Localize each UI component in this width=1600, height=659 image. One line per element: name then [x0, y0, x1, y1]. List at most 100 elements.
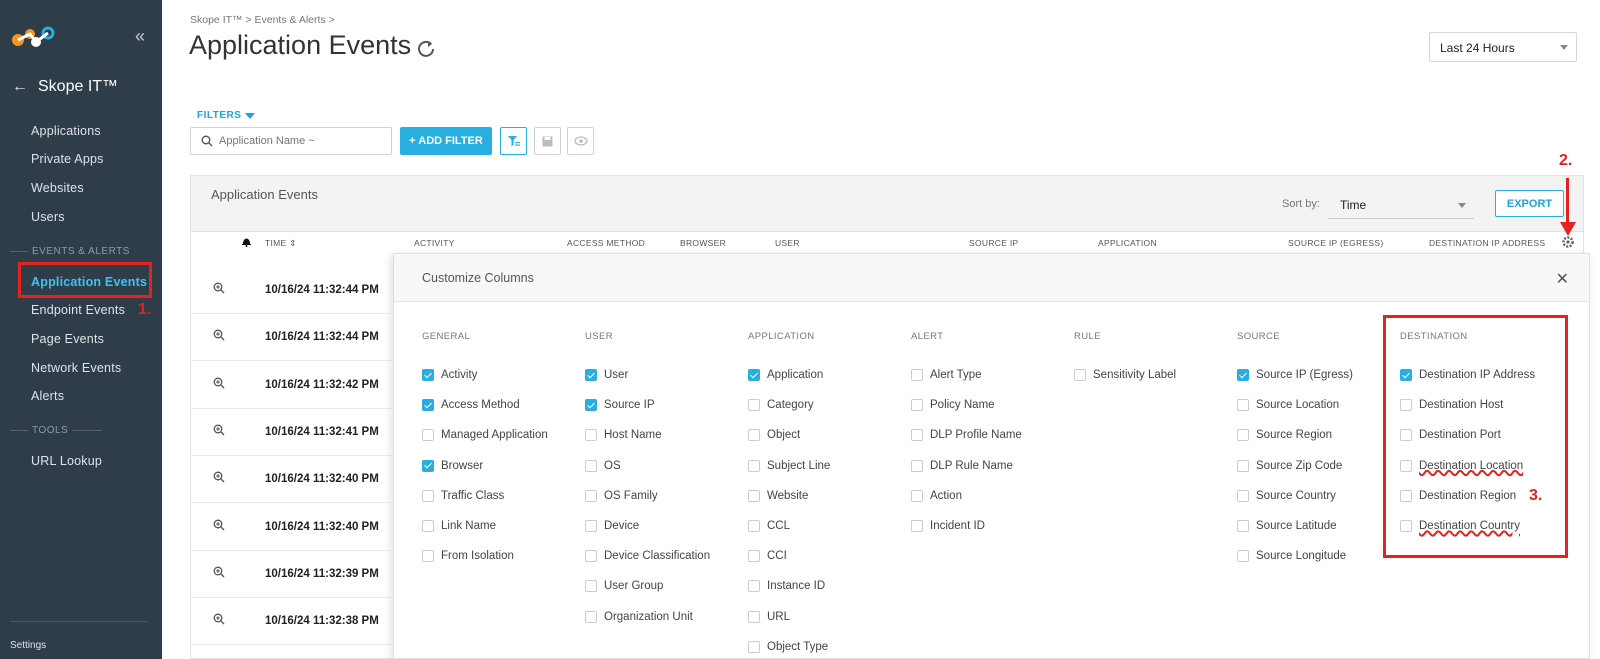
search-input[interactable]: [219, 135, 379, 147]
column-option-os-family[interactable]: OS Family: [585, 481, 710, 511]
column-option-incident-id[interactable]: Incident ID: [911, 511, 1022, 541]
gear-icon[interactable]: [1562, 236, 1574, 248]
sidebar-item-private-apps[interactable]: Private Apps: [31, 152, 104, 166]
checkbox[interactable]: [1237, 520, 1249, 533]
column-option-action[interactable]: Action: [911, 481, 1022, 511]
collapse-sidebar-icon[interactable]: «: [135, 26, 145, 47]
column-option-website[interactable]: Website: [748, 481, 830, 511]
checkbox[interactable]: [748, 369, 760, 382]
checkbox[interactable]: [422, 459, 434, 472]
column-option-link-name[interactable]: Link Name: [422, 511, 548, 541]
table-row[interactable]: 10/16/24 11:32:38 PM: [191, 598, 391, 646]
column-option-instance-id[interactable]: Instance ID: [748, 571, 830, 601]
checkbox[interactable]: [585, 520, 597, 533]
column-header-browser[interactable]: BROWSER: [680, 238, 726, 248]
checkbox[interactable]: [911, 369, 923, 382]
column-option-traffic-class[interactable]: Traffic Class: [422, 481, 548, 511]
checkbox[interactable]: [748, 459, 760, 472]
sidebar-item-page-events[interactable]: Page Events: [31, 332, 104, 346]
time-range-select[interactable]: Last 24 Hours: [1429, 32, 1577, 62]
checkbox[interactable]: [585, 580, 597, 593]
column-option-os[interactable]: OS: [585, 451, 710, 481]
column-header-activity[interactable]: ACTIVITY: [414, 238, 455, 248]
column-option-url[interactable]: URL: [748, 602, 830, 632]
column-option-object-type[interactable]: Object Type: [748, 632, 830, 659]
column-option-source-location[interactable]: Source Location: [1237, 390, 1353, 420]
column-option-source-country[interactable]: Source Country: [1237, 481, 1353, 511]
checkbox[interactable]: [911, 399, 923, 412]
table-row[interactable]: 10/16/24 11:32:42 PM: [191, 362, 391, 409]
checkbox[interactable]: [911, 459, 923, 472]
checkbox[interactable]: [585, 459, 597, 472]
export-button[interactable]: EXPORT: [1495, 190, 1564, 217]
breadcrumb[interactable]: Skope IT™ > Events & Alerts >: [190, 14, 335, 26]
checkbox[interactable]: [1074, 369, 1086, 382]
column-header-source-ip-egress[interactable]: SOURCE IP (EGRESS): [1288, 238, 1383, 248]
checkbox[interactable]: [422, 429, 434, 442]
column-header-source-ip[interactable]: SOURCE IP: [969, 238, 1018, 248]
column-option-cci[interactable]: CCI: [748, 541, 830, 571]
zoom-in-icon[interactable]: [213, 566, 225, 578]
checkbox[interactable]: [1237, 459, 1249, 472]
sort-select[interactable]: Time: [1328, 191, 1474, 219]
table-row[interactable]: 10/16/24 11:32:41 PM: [191, 409, 391, 456]
checkbox[interactable]: [422, 489, 434, 502]
zoom-in-icon[interactable]: [213, 424, 225, 436]
column-option-user-group[interactable]: User Group: [585, 571, 710, 601]
column-option-subject-line[interactable]: Subject Line: [748, 451, 830, 481]
column-option-from-isolation[interactable]: From Isolation: [422, 541, 548, 571]
sidebar-item-alerts[interactable]: Alerts: [31, 389, 64, 403]
checkbox[interactable]: [585, 550, 597, 563]
checkbox[interactable]: [585, 610, 597, 623]
column-header-access-method[interactable]: ACCESS METHOD: [567, 238, 645, 248]
table-row[interactable]: 10/16/24 11:32:44 PM: [191, 314, 391, 362]
checkbox[interactable]: [585, 489, 597, 502]
checkbox[interactable]: [1237, 369, 1249, 382]
zoom-in-icon[interactable]: [213, 377, 225, 389]
sidebar-item-websites[interactable]: Websites: [31, 181, 84, 195]
checkbox[interactable]: [422, 520, 434, 533]
column-option-sensitivity-label[interactable]: Sensitivity Label: [1074, 360, 1176, 390]
column-option-host-name[interactable]: Host Name: [585, 420, 710, 450]
column-option-device[interactable]: Device: [585, 511, 710, 541]
view-filter-button[interactable]: [567, 127, 594, 155]
sidebar-item-network-events[interactable]: Network Events: [31, 361, 121, 375]
zoom-in-icon[interactable]: [213, 519, 225, 531]
zoom-in-icon[interactable]: [213, 282, 225, 294]
checkbox[interactable]: [1237, 399, 1249, 412]
column-option-dlp-profile-name[interactable]: DLP Profile Name: [911, 420, 1022, 450]
sidebar-item-users[interactable]: Users: [31, 210, 65, 224]
zoom-in-icon[interactable]: [213, 329, 225, 341]
checkbox[interactable]: [748, 550, 760, 563]
column-header-user[interactable]: USER: [775, 238, 800, 248]
column-option-policy-name[interactable]: Policy Name: [911, 390, 1022, 420]
checkbox[interactable]: [422, 369, 434, 382]
checkbox[interactable]: [748, 580, 760, 593]
column-option-user[interactable]: User: [585, 360, 710, 390]
checkbox[interactable]: [1237, 489, 1249, 502]
sidebar-item-applications[interactable]: Applications: [31, 124, 101, 138]
sidebar-item-url-lookup[interactable]: URL Lookup: [31, 454, 102, 468]
save-filter-button[interactable]: [534, 127, 561, 155]
table-row[interactable]: 10/16/24 11:32:40 PM: [191, 456, 391, 504]
checkbox[interactable]: [1237, 429, 1249, 442]
checkbox[interactable]: [911, 489, 923, 502]
column-option-application[interactable]: Application: [748, 360, 830, 390]
add-filter-button[interactable]: + ADD FILTER: [400, 127, 492, 155]
column-option-access-method[interactable]: Access Method: [422, 390, 548, 420]
column-option-source-ip[interactable]: Source IP: [585, 390, 710, 420]
table-row[interactable]: 10/16/24 11:32:39 PM: [191, 551, 391, 598]
column-header-destination-ip[interactable]: DESTINATION IP ADDRESS: [1429, 238, 1545, 248]
column-option-category[interactable]: Category: [748, 390, 830, 420]
column-option-source-region[interactable]: Source Region: [1237, 420, 1353, 450]
sidebar-settings[interactable]: Settings: [10, 640, 46, 651]
checkbox[interactable]: [748, 520, 760, 533]
column-option-dlp-rule-name[interactable]: DLP Rule Name: [911, 451, 1022, 481]
column-option-source-zip-code[interactable]: Source Zip Code: [1237, 451, 1353, 481]
sidebar-item-endpoint-events[interactable]: Endpoint Events: [31, 303, 125, 317]
refresh-icon[interactable]: [416, 38, 436, 58]
column-option-alert-type[interactable]: Alert Type: [911, 360, 1022, 390]
column-option-activity[interactable]: Activity: [422, 360, 548, 390]
filters-toggle[interactable]: FILTERS: [197, 110, 256, 121]
search-box[interactable]: [190, 127, 392, 155]
